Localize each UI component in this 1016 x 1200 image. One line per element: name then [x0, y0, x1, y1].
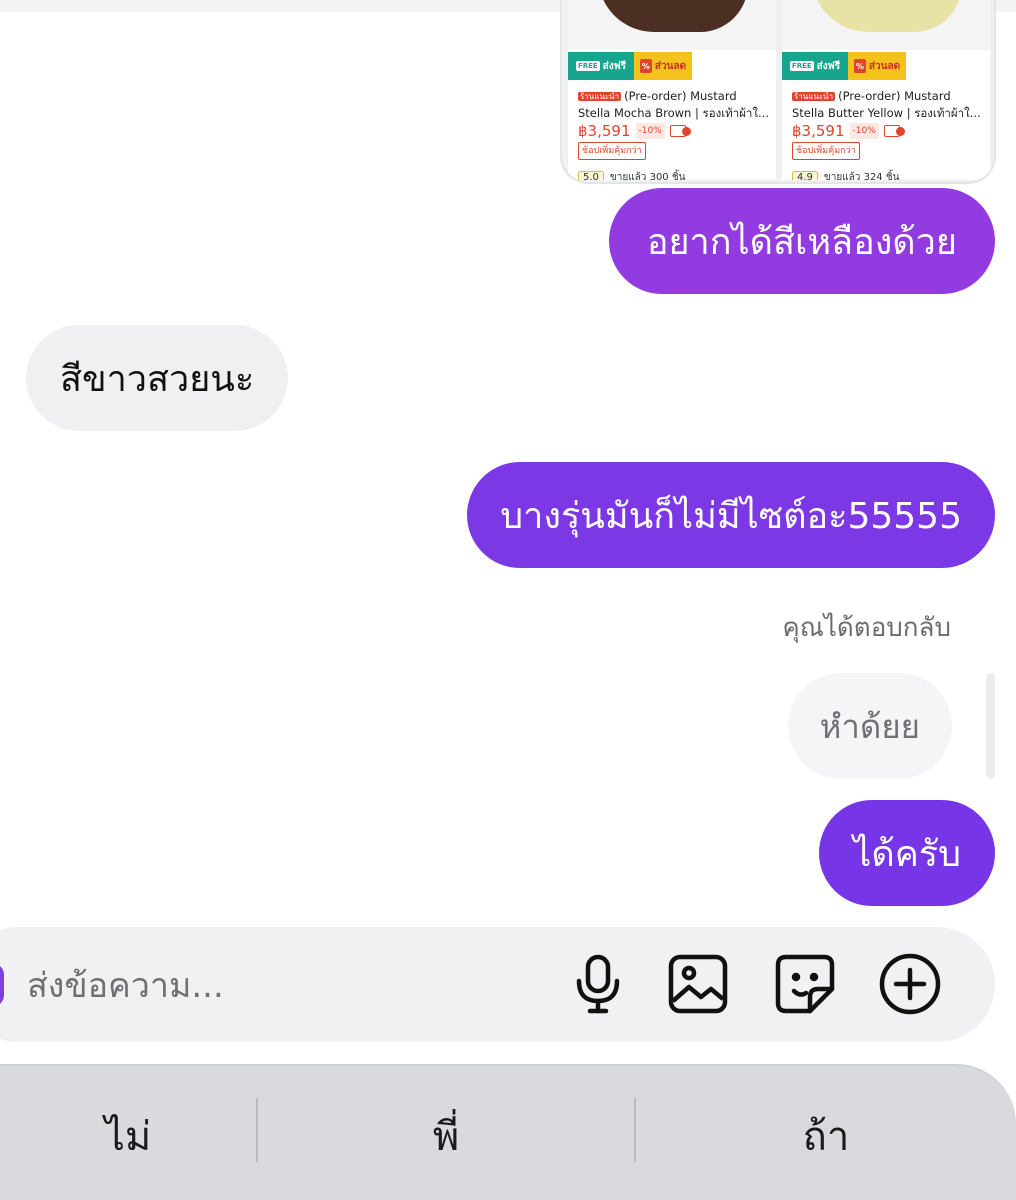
product-name-line2: Stella Mocha Brown | รองเท้าผ้าใ... — [578, 106, 769, 120]
outgoing-message[interactable]: อยากได้สีเหลืองด้วย — [608, 188, 995, 294]
free-shipping-badge: FREE ส่งฟรี — [782, 52, 848, 80]
shoe-image — [812, 0, 962, 32]
sticker-icon[interactable] — [772, 951, 838, 1017]
product-price: ฿3,591 — [578, 122, 631, 140]
incoming-message[interactable]: สีขาวสวยนะ — [26, 325, 289, 431]
free-shipping-badge: FREE ส่งฟรี — [568, 52, 634, 80]
rating-row: 4.9 ขายแล้ว 324 ชิ้น — [792, 170, 899, 180]
product-badges: FREE ส่งฟรี % ส่วนลด — [782, 52, 906, 80]
rating-value: 5.0 — [578, 171, 604, 180]
reply-label: คุณได้ตอบกลับ — [782, 613, 951, 643]
promo-tag: ช้อปเพิ่มคุ้มกว่า — [578, 142, 646, 160]
rating-value: 4.9 — [792, 171, 818, 180]
store-tag: ร้านแนะนำ — [792, 92, 836, 101]
product-name-line1: (Pre-order) Mustard — [624, 89, 737, 103]
coin-icon — [883, 125, 905, 137]
product-name-line2: Stella Butter Yellow | รองเท้าผ้าใ... — [792, 106, 981, 120]
sold-count: ขายแล้ว 324 ชิ้น — [823, 172, 900, 180]
product-badges: FREE ส่งฟรี % ส่วนลด — [568, 52, 692, 80]
plus-circle-icon[interactable] — [877, 951, 943, 1017]
product-image — [568, 0, 776, 50]
product-name-line1: (Pre-order) Mustard — [838, 89, 951, 103]
shared-product-card[interactable]: FREE ส่งฟรี % ส่วนลด ร้านแนะนำ (Pre-order) … — [560, 0, 996, 184]
promo-tag: ช้อปเพิ่มคุ้มกว่า — [792, 142, 860, 160]
coin-icon — [669, 125, 691, 137]
product-info: ร้านแนะนำ (Pre-order) Mustard Stella Moch… — [578, 88, 770, 160]
gallery-icon[interactable] — [665, 951, 731, 1017]
outgoing-message[interactable]: ได้ครับ — [819, 800, 995, 906]
outgoing-message[interactable]: บางรุ่นมันก็ไม่มีไซต์อะ55555 — [467, 462, 995, 568]
keyboard-suggestion[interactable]: ไม่ — [0, 1098, 256, 1174]
discount-percent: -10% — [635, 123, 665, 139]
message-input[interactable] — [27, 958, 547, 1014]
quoted-message[interactable]: หำด้ยย — [787, 673, 952, 779]
discount-percent: -10% — [849, 123, 879, 139]
product-item[interactable]: FREE ส่งฟรี % ส่วนลด ร้านแนะนำ (Pre-order) … — [782, 0, 990, 180]
product-item[interactable]: FREE ส่งฟรี % ส่วนลด ร้านแนะนำ (Pre-order) … — [568, 0, 776, 180]
store-tag: ร้านแนะนำ — [578, 92, 622, 101]
product-info: ร้านแนะนำ (Pre-order) Mustard Stella Butt… — [792, 88, 984, 160]
discount-badge: % ส่วนลด — [634, 52, 692, 80]
product-image — [782, 0, 990, 50]
keyboard-suggestion[interactable]: พี่ — [258, 1098, 634, 1174]
quote-indicator-bar — [986, 673, 995, 779]
sold-count: ขายแล้ว 300 ชิ้น — [609, 172, 686, 180]
keyboard-suggestion[interactable]: ถ้า — [636, 1098, 1016, 1174]
product-price: ฿3,591 — [792, 122, 845, 140]
rating-row: 5.0 ขายแล้ว 300 ชิ้น — [578, 170, 685, 180]
discount-badge: % ส่วนลด — [848, 52, 906, 80]
shoe-image — [598, 0, 748, 32]
microphone-icon[interactable] — [565, 951, 631, 1017]
